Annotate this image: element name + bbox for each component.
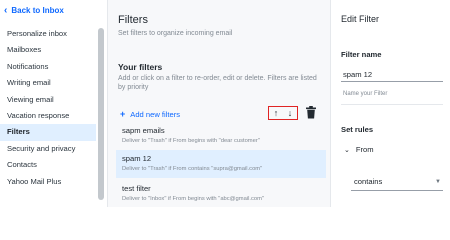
sidebar-item-viewing-email[interactable]: Viewing email (0, 92, 96, 108)
caret-down-icon: ▼ (435, 179, 441, 185)
plus-icon: + (120, 109, 126, 119)
set-rules-label: Set rules (341, 125, 374, 134)
back-to-inbox-label: Back to Inbox (11, 6, 64, 15)
settings-nav-list: Personalize inbox Mailboxes Notification… (0, 26, 96, 190)
filters-panel: Filters Set filters to organize incoming… (108, 0, 330, 207)
sidebar-item-writing-email[interactable]: Writing email (0, 75, 96, 91)
filter-row-spam-12[interactable]: spam 12 Deliver to "Trash" if From conta… (116, 150, 326, 178)
back-to-inbox-link[interactable]: ‹ Back to Inbox (4, 4, 64, 16)
from-label: From (355, 145, 374, 154)
edit-filter-title: Edit Filter (341, 14, 380, 24)
divider (341, 104, 443, 105)
filter-rule: Deliver to "Trash" if From contains "sup… (122, 166, 263, 172)
filter-row-test-filter[interactable]: test filter Deliver to "Inbox" if From b… (116, 180, 326, 208)
reorder-controls: ↑ ↓ (268, 106, 298, 120)
sidebar-item-filters[interactable]: Filters (0, 124, 96, 141)
condition-select[interactable]: contains ▼ (351, 177, 443, 191)
trash-icon[interactable] (305, 106, 317, 119)
add-new-filters-button[interactable]: + Add new filters (120, 109, 180, 119)
sidebar-item-mailboxes[interactable]: Mailboxes (0, 42, 96, 58)
page-title: Filters (118, 14, 148, 26)
page-subtitle: Set filters to organize incoming email (118, 30, 233, 37)
filter-rule: Deliver to "Trash" if From begins with "… (122, 138, 260, 144)
sidebar-item-personalize-inbox[interactable]: Personalize inbox (0, 26, 96, 42)
settings-sidebar: ‹ Back to Inbox Personalize inbox Mailbo… (0, 0, 108, 207)
edit-filter-panel: Edit Filter Filter name Name your Filter… (330, 0, 450, 207)
arrow-down-icon[interactable]: ↓ (288, 108, 293, 118)
filter-name: sapm emails (122, 126, 165, 135)
filter-rule: Deliver to "Inbox" if From begins with "… (122, 196, 265, 202)
filter-name: spam 12 (122, 154, 152, 163)
filter-name-input[interactable] (341, 68, 443, 82)
condition-value: contains (354, 177, 383, 186)
filter-row-sapm-emails[interactable]: sapm emails Deliver to "Trash" if From b… (116, 122, 326, 150)
chevron-down-icon: ⌄ (344, 146, 350, 154)
filter-name-hint: Name your Filter (343, 91, 388, 97)
filter-name-label: Filter name (341, 50, 382, 59)
sidebar-item-vacation-response[interactable]: Vacation response (0, 108, 96, 124)
sidebar-item-security-and-privacy[interactable]: Security and privacy (0, 141, 96, 157)
sidebar-item-contacts[interactable]: Contacts (0, 157, 96, 173)
sidebar-scrollbar[interactable] (98, 28, 104, 200)
your-filters-heading: Your filters (118, 62, 163, 72)
sidebar-item-notifications[interactable]: Notifications (0, 59, 96, 75)
filters-description: Add or click on a filter to re-order, ed… (118, 75, 317, 91)
sidebar-item-yahoo-mail-plus[interactable]: Yahoo Mail Plus (0, 174, 96, 190)
add-new-filters-label: Add new filters (130, 109, 181, 119)
filter-name: test filter (122, 184, 151, 193)
chevron-left-icon: ‹ (4, 4, 8, 16)
arrow-up-icon[interactable]: ↑ (274, 108, 279, 118)
from-rule-toggle[interactable]: ⌄ From (344, 145, 374, 154)
